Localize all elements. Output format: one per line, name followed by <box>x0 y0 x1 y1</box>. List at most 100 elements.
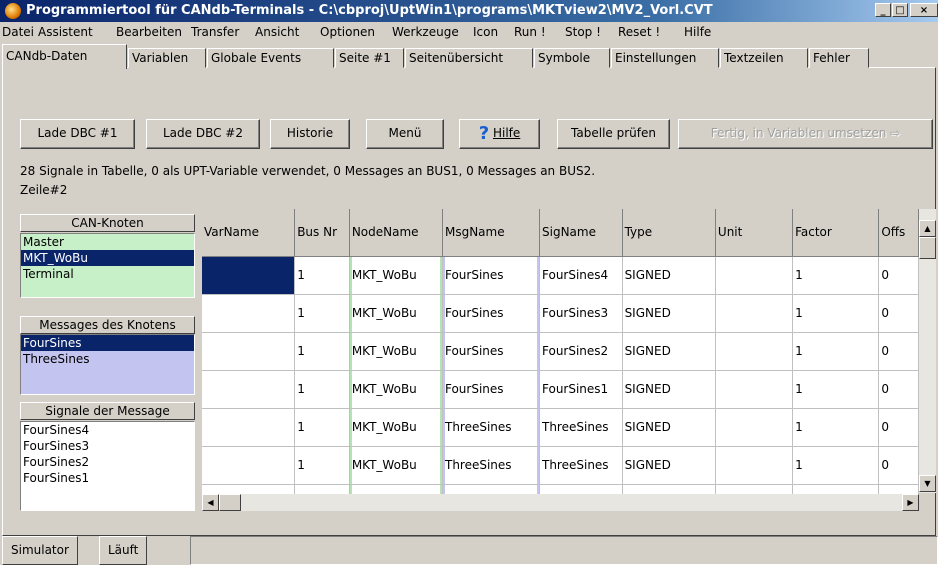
cell-bus-nr[interactable]: 1 <box>294 294 350 333</box>
hscroll-thumb[interactable] <box>219 494 241 511</box>
cell-offset[interactable]: 0 <box>878 370 919 409</box>
scroll-up-icon[interactable]: ▲ <box>919 220 936 237</box>
cell-signame[interactable]: FourSines4 <box>539 256 623 295</box>
cell-factor[interactable]: 1 <box>792 484 880 494</box>
table-row[interactable]: 1MKT_WoBuThreeSinesThreeSinesSIGNED10 <box>202 484 919 494</box>
cell-type[interactable]: SIGNED <box>622 446 716 485</box>
cell-nodename[interactable]: MKT_WoBu <box>349 484 443 494</box>
vertical-scrollbar[interactable]: ▲ ▼ <box>919 209 936 493</box>
cell-signame[interactable]: FourSines3 <box>539 294 623 333</box>
cell-unit[interactable] <box>715 294 794 333</box>
cell-unit[interactable] <box>715 408 794 447</box>
cell-bus-nr[interactable]: 1 <box>294 446 350 485</box>
cell-type[interactable]: SIGNED <box>622 332 716 371</box>
col-varname[interactable]: VarName <box>202 209 296 257</box>
menu-werkzeuge[interactable]: Werkzeuge <box>392 25 459 39</box>
cell-type[interactable]: SIGNED <box>622 256 716 295</box>
menu-reset[interactable]: Reset ! <box>618 25 660 39</box>
menu-transfer[interactable]: Transfer <box>191 25 239 39</box>
cell-bus-nr[interactable]: 1 <box>294 332 350 371</box>
cell-type[interactable]: SIGNED <box>622 408 716 447</box>
tab-candb-daten[interactable]: CANdb-Daten <box>2 44 127 69</box>
col-signame[interactable]: SigName <box>539 209 623 257</box>
list-item[interactable]: ThreeSines <box>21 351 194 367</box>
cell-msgname[interactable]: FourSines <box>442 332 541 371</box>
cell-type[interactable]: SIGNED <box>622 484 716 494</box>
list-item[interactable]: FourSines3 <box>21 438 194 454</box>
cell-msgname[interactable]: ThreeSines <box>442 446 541 485</box>
tab-variablen[interactable]: Variablen <box>128 48 206 68</box>
list-item[interactable]: Terminal <box>21 266 194 282</box>
list-item[interactable]: FourSines2 <box>21 454 194 470</box>
close-button[interactable]: × <box>910 3 938 17</box>
cell-offset[interactable]: 0 <box>878 484 919 494</box>
scroll-left-icon[interactable]: ◀ <box>202 494 219 511</box>
cell-nodename[interactable]: MKT_WoBu <box>349 370 443 409</box>
tab-globale-events[interactable]: Globale Events <box>207 48 334 68</box>
cell-type[interactable]: SIGNED <box>622 370 716 409</box>
menu-bearbeiten[interactable]: Bearbeiten <box>116 25 182 39</box>
cell-msgname[interactable]: FourSines <box>442 294 541 333</box>
tab-seite-1[interactable]: Seite #1 <box>335 48 404 68</box>
cell-msgname[interactable]: ThreeSines <box>442 408 541 447</box>
lade-dbc-1-button[interactable]: Lade DBC #1 <box>20 119 135 149</box>
signal-table[interactable]: VarName Bus Nr NodeName MsgName SigName … <box>202 209 919 494</box>
tab-fehler[interactable]: Fehler <box>809 48 869 68</box>
cell-bus-nr[interactable]: 1 <box>294 256 350 295</box>
col-msgname[interactable]: MsgName <box>442 209 541 257</box>
tab-seitenuebersicht[interactable]: Seitenübersicht <box>405 48 533 68</box>
cell-nodename[interactable]: MKT_WoBu <box>349 256 443 295</box>
fertig-umsetzen-button[interactable]: Fertig, in Variablen umsetzen ⇨ <box>678 119 933 149</box>
cell-nodename[interactable]: MKT_WoBu <box>349 332 443 371</box>
menu-optionen[interactable]: Optionen <box>320 25 375 39</box>
cell-offset[interactable]: 0 <box>878 294 919 333</box>
cell-type[interactable]: SIGNED <box>622 294 716 333</box>
cell-unit[interactable] <box>715 484 794 494</box>
menu-assistent[interactable]: Assistent <box>38 25 93 39</box>
cell-unit[interactable] <box>715 370 794 409</box>
laeuft-tab[interactable]: Läuft <box>99 536 148 565</box>
menu-run[interactable]: Run ! <box>514 25 546 39</box>
cell-factor[interactable]: 1 <box>792 294 880 333</box>
cell-signame[interactable]: FourSines1 <box>539 370 623 409</box>
cell-signame[interactable]: FourSines2 <box>539 332 623 371</box>
cell-factor[interactable]: 1 <box>792 256 880 295</box>
cell-varname[interactable] <box>202 294 296 333</box>
cell-varname[interactable] <box>202 332 296 371</box>
hilfe-button[interactable]: ? Hilfe <box>459 119 540 149</box>
table-row[interactable]: 1 MKT_WoBu FourSines FourSines2 SIGNED 1 0 <box>202 332 919 371</box>
menu-ansicht[interactable]: Ansicht <box>255 25 299 39</box>
minimize-button[interactable]: _ <box>875 3 891 17</box>
cell-factor[interactable]: 1 <box>792 446 880 485</box>
messages-list[interactable]: FourSines ThreeSines <box>20 334 195 395</box>
horizontal-scrollbar[interactable]: ◀ ▶ <box>202 494 919 511</box>
col-nodename[interactable]: NodeName <box>349 209 443 257</box>
historie-button[interactable]: Historie <box>270 119 350 149</box>
can-knoten-list[interactable]: Master MKT_WoBu Terminal <box>20 233 195 298</box>
scroll-down-icon[interactable]: ▼ <box>919 475 936 492</box>
signale-list[interactable]: FourSines4 FourSines3 FourSines2 FourSin… <box>20 421 195 511</box>
simulator-tab[interactable]: Simulator <box>2 536 78 565</box>
tab-einstellungen[interactable]: Einstellungen <box>611 48 719 68</box>
cell-msgname[interactable]: ThreeSines <box>442 484 541 494</box>
cell-varname[interactable] <box>202 484 296 494</box>
cell-bus-nr[interactable]: 1 <box>294 370 350 409</box>
cell-varname[interactable] <box>202 370 296 409</box>
cell-signame[interactable]: ThreeSines <box>539 484 623 494</box>
col-type[interactable]: Type <box>622 209 716 257</box>
cell-unit[interactable] <box>715 446 794 485</box>
list-item[interactable]: Master <box>21 234 194 250</box>
table-row[interactable]: 1 MKT_WoBu FourSines FourSines3 SIGNED 1 0 <box>202 294 919 333</box>
table-row[interactable]: 1 MKT_WoBu FourSines FourSines4 SIGNED 1 0 <box>202 256 919 295</box>
table-row[interactable]: 1 MKT_WoBu FourSines FourSines1 SIGNED 1 0 <box>202 370 919 409</box>
menu-stop[interactable]: Stop ! <box>565 25 601 39</box>
cell-bus-nr[interactable]: 1 <box>294 408 350 447</box>
col-factor[interactable]: Factor <box>792 209 880 257</box>
menu-datei[interactable]: Datei <box>2 25 34 39</box>
menu-icon[interactable]: Icon <box>473 25 498 39</box>
list-item[interactable]: FourSines4 <box>21 422 194 438</box>
cell-factor[interactable]: 1 <box>792 332 880 371</box>
cell-nodename[interactable]: MKT_WoBu <box>349 446 443 485</box>
maximize-button[interactable]: □ <box>892 3 908 17</box>
cell-varname[interactable] <box>202 256 296 295</box>
